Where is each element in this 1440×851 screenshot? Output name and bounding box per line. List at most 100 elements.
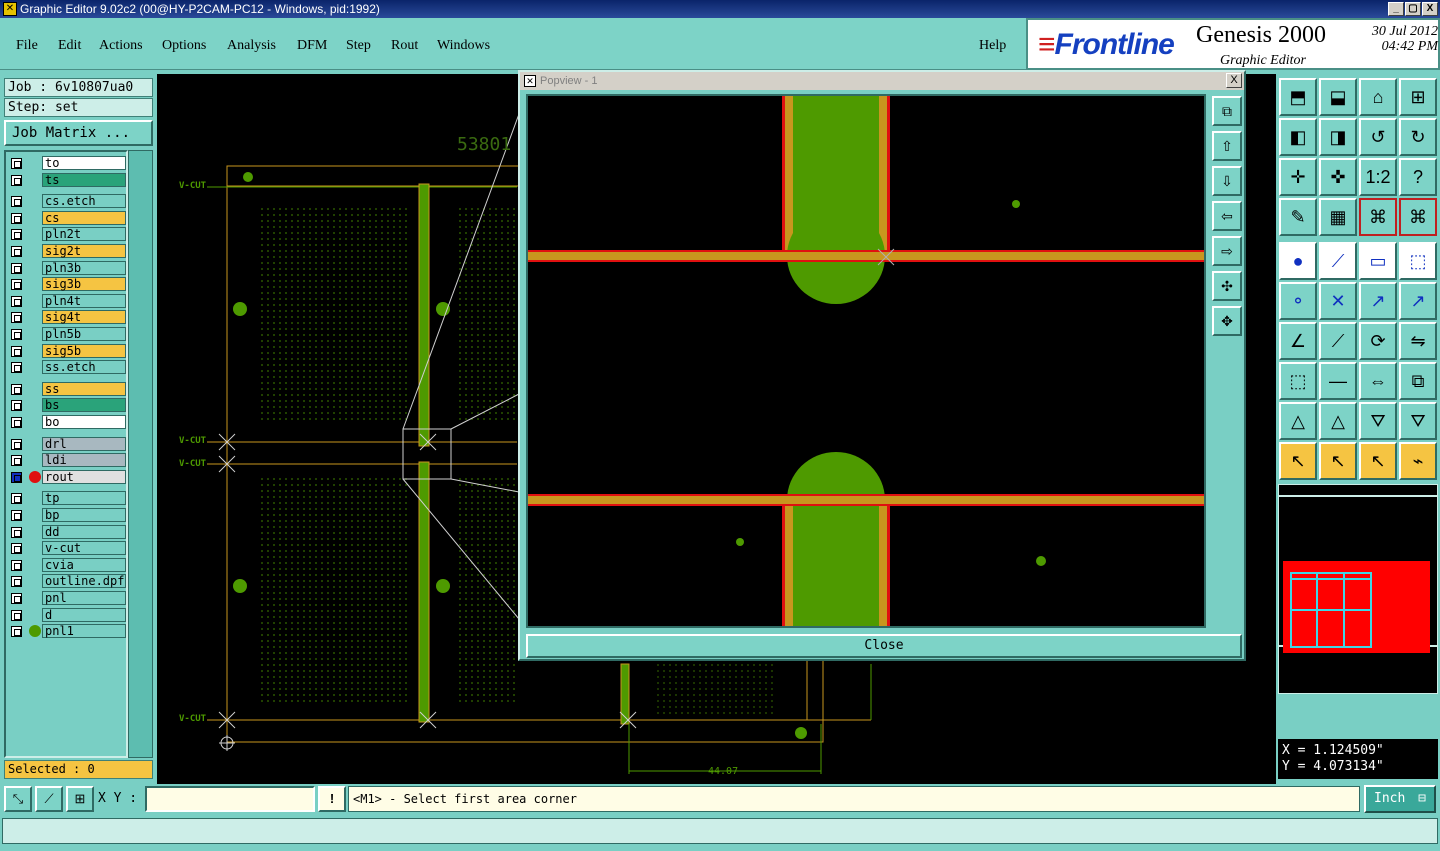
layer-name[interactable]: cs <box>42 210 126 225</box>
layer-row-ts[interactable]: ts <box>8 172 126 187</box>
help-icon[interactable]: ? <box>1399 158 1437 196</box>
layer-row-sig4t[interactable]: sig4t <box>8 310 126 325</box>
layer-checkbox[interactable] <box>11 559 22 571</box>
layer-row-cs-etch[interactable]: cs.etch <box>8 194 126 209</box>
select-area-icon[interactable]: ⬚ <box>1399 242 1437 280</box>
layer-name[interactable]: bo <box>42 415 126 429</box>
layer-row-bp[interactable]: bp <box>8 508 126 522</box>
layer-checkbox[interactable] <box>11 174 22 186</box>
pop-pan-up-icon[interactable]: ⇧ <box>1212 131 1242 161</box>
layer-row-ss[interactable]: ss <box>8 381 126 396</box>
layer-row-pln3b[interactable]: pln3b <box>8 260 126 275</box>
layer-name[interactable]: pln5b <box>42 327 126 341</box>
layer-checkbox[interactable] <box>11 345 22 357</box>
layer-row-to[interactable]: to <box>8 156 126 170</box>
layer-row-drl[interactable]: drl <box>8 436 126 451</box>
layer-row-ldi[interactable]: ldi <box>8 453 126 468</box>
layer-checkbox[interactable] <box>11 576 22 588</box>
layer-checkbox[interactable] <box>11 626 22 638</box>
layer-name[interactable]: pln2t <box>42 227 126 242</box>
layer-checkbox[interactable] <box>11 438 22 450</box>
menu-file[interactable]: File <box>16 38 38 54</box>
layer-row-pnl[interactable]: pnl <box>8 591 126 605</box>
layer-row-bs[interactable]: bs <box>8 398 126 413</box>
layer-checkbox[interactable] <box>11 383 22 395</box>
layer-checkbox[interactable] <box>11 400 22 412</box>
home-icon[interactable]: ⌂ <box>1359 78 1397 116</box>
layer-checkbox[interactable] <box>11 246 22 257</box>
alert-icon[interactable]: ! <box>318 786 346 812</box>
layer-name[interactable]: pln3b <box>42 260 126 275</box>
layer-row-d[interactable]: d <box>8 607 126 622</box>
layer-checkbox[interactable] <box>11 417 22 428</box>
layer-checkbox[interactable] <box>11 455 22 467</box>
redraw-icon[interactable]: ↻ <box>1399 118 1437 156</box>
layer-row-dd[interactable]: dd <box>8 524 126 539</box>
pan-right-icon[interactable]: ◨ <box>1319 118 1357 156</box>
layer-checkbox[interactable] <box>11 158 22 169</box>
layer-name[interactable]: cs.etch <box>42 194 126 209</box>
layer-row-pnl1[interactable]: pnl1 <box>8 624 126 639</box>
pop-zoom-in-icon[interactable]: ✣ <box>1212 271 1242 301</box>
measure-icon[interactable]: ⟋ <box>35 786 63 812</box>
pointer-select-icon[interactable]: ↖ <box>1319 442 1357 480</box>
pad-edit-icon[interactable]: ⬚ <box>1279 362 1317 400</box>
layer-checkbox[interactable] <box>11 212 22 224</box>
layer-name[interactable]: cvia <box>42 557 126 572</box>
units-selector[interactable]: Inch ⊟ <box>1364 785 1436 813</box>
center-icon[interactable]: ✜ <box>1319 158 1357 196</box>
minimize-button[interactable]: _ <box>1388 2 1404 16</box>
layer-name[interactable]: rout <box>42 469 126 484</box>
menu-windows[interactable]: Windows <box>437 38 490 54</box>
layer-row-pln5b[interactable]: pln5b <box>8 327 126 341</box>
layer-name[interactable]: tp <box>42 491 126 506</box>
maximize-button[interactable]: ▢ <box>1405 2 1421 16</box>
layer-name[interactable]: ss <box>42 381 126 396</box>
overview-minimap[interactable] <box>1278 484 1438 694</box>
triangle-icon[interactable]: △ <box>1279 402 1317 440</box>
layer-checkbox[interactable] <box>11 543 22 555</box>
layer-row-outline-dpf[interactable]: outline.dpf <box>8 574 126 589</box>
layer-row-ss-etch[interactable]: ss.etch <box>8 360 126 375</box>
ruler-icon[interactable]: ▭ <box>1359 242 1397 280</box>
triangle-alt-icon[interactable]: △ <box>1319 402 1357 440</box>
pointer-alt-icon[interactable]: ↖ <box>1359 442 1397 480</box>
layer-name[interactable]: outline.dpf <box>42 574 126 589</box>
layer-name[interactable]: pnl <box>42 591 126 605</box>
snap-grid-icon[interactable]: ⊞ <box>66 786 94 812</box>
close-window-button[interactable]: X <box>1422 2 1438 16</box>
undo-view-icon[interactable]: ↺ <box>1359 118 1397 156</box>
resize-icon[interactable]: ⇔ <box>1359 362 1397 400</box>
pop-pan-down-icon[interactable]: ⇩ <box>1212 166 1242 196</box>
zoom-out-icon[interactable]: ⬓ <box>1319 78 1357 116</box>
layer-name[interactable]: ss.etch <box>42 360 126 375</box>
menu-help[interactable]: Help <box>979 38 1006 54</box>
layer-checkbox[interactable] <box>11 593 22 604</box>
zoom-fit-icon[interactable]: ⤡ <box>4 786 32 812</box>
pointer-icon[interactable]: ↖ <box>1279 442 1317 480</box>
layer-checkbox[interactable] <box>11 196 22 208</box>
menu-dfm[interactable]: DFM <box>297 38 327 54</box>
popview-close-x-button[interactable]: X <box>1226 73 1242 88</box>
layer-name[interactable]: sig3b <box>42 277 126 292</box>
popview-close-button[interactable]: Close <box>526 634 1242 658</box>
layer-name[interactable]: pln4t <box>42 293 126 308</box>
area-alt-icon[interactable]: ⛛ <box>1399 402 1437 440</box>
fit-icon[interactable]: ✛ <box>1279 158 1317 196</box>
layer-row-cvia[interactable]: cvia <box>8 557 126 572</box>
path-icon[interactable]: ⌁ <box>1399 442 1437 480</box>
group-icon[interactable]: ⧉ <box>1399 362 1437 400</box>
mirror-icon[interactable]: ⇋ <box>1399 322 1437 360</box>
arc-icon[interactable]: ⟳ <box>1359 322 1397 360</box>
snap-alt-icon[interactable]: ⌘ <box>1399 198 1437 236</box>
layer-checkbox[interactable] <box>11 362 22 374</box>
move-icon[interactable]: ↗ <box>1359 282 1397 320</box>
job-matrix-button[interactable]: Job Matrix ... <box>4 120 153 146</box>
line-edit-icon[interactable]: ⟋ <box>1319 322 1357 360</box>
menu-options[interactable]: Options <box>162 38 206 54</box>
add-pad-icon[interactable]: ● <box>1279 242 1317 280</box>
layer-row-sig5b[interactable]: sig5b <box>8 343 126 358</box>
layer-row-pln4t[interactable]: pln4t <box>8 293 126 308</box>
pan-left-icon[interactable]: ◧ <box>1279 118 1317 156</box>
layer-row-cs[interactable]: cs <box>8 210 126 225</box>
